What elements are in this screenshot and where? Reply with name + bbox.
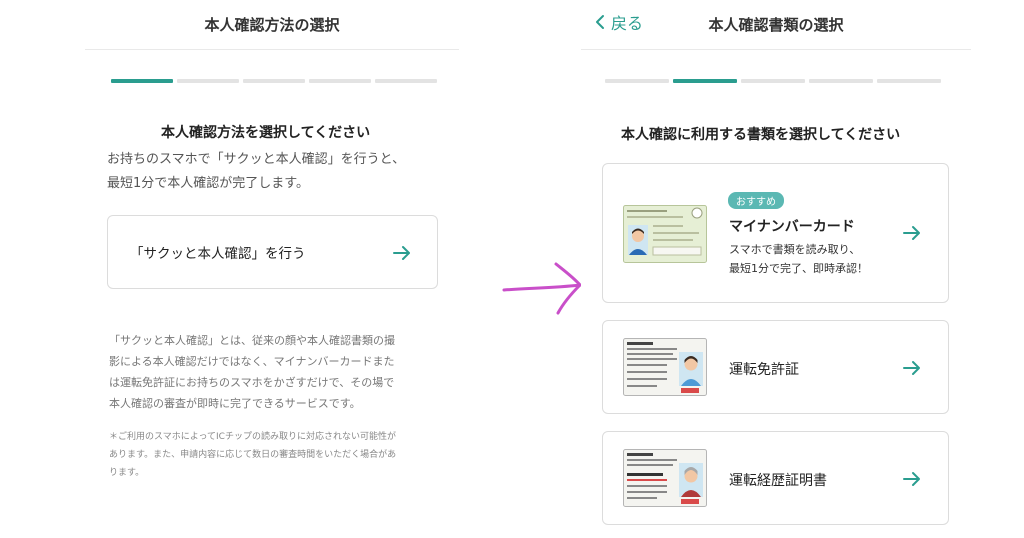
arrow-right-icon bbox=[903, 472, 920, 486]
document-option-driving-history[interactable]: 運転経歴証明書 bbox=[602, 431, 949, 525]
page-title: 本人確認方法の選択 bbox=[204, 16, 340, 34]
step-progress bbox=[111, 79, 437, 83]
progress-step-4 bbox=[309, 79, 371, 83]
right-header: 戻る 本人確認書類の選択 bbox=[581, 0, 971, 50]
section-title: 本人確認に利用する書類を選択してください bbox=[621, 127, 901, 143]
transition-arrow-icon bbox=[502, 262, 582, 315]
section-title: 本人確認方法を選択してください bbox=[161, 125, 371, 141]
progress-step-2 bbox=[177, 79, 239, 83]
back-button[interactable]: 戻る bbox=[595, 10, 643, 34]
recommended-badge: おすすめ bbox=[728, 192, 784, 209]
chevron-left-icon bbox=[596, 15, 604, 29]
note-line-1: 「サクッと本人確認」とは、従来の顔や本人確認書類の撮 bbox=[109, 334, 395, 347]
note-line-3: は運転免許証にお持ちのスマホをかざすだけで、その場で bbox=[109, 376, 395, 389]
drivers-license-icon bbox=[623, 338, 707, 396]
note-line-4: 本人確認の審査が即時に完了できるサービスです。 bbox=[109, 397, 361, 410]
step-progress bbox=[605, 79, 941, 83]
footnote-line-1: ＊ご利用のスマホによってICチップの読み取りに対応されない可能性が bbox=[109, 432, 396, 442]
progress-step-1 bbox=[111, 79, 173, 83]
progress-step-3 bbox=[741, 79, 805, 83]
arrow-right-icon bbox=[903, 361, 920, 375]
document-label: 運転免許証 bbox=[729, 362, 799, 378]
progress-step-5 bbox=[877, 79, 941, 83]
left-header: 本人確認方法の選択 bbox=[85, 0, 459, 50]
arrow-right-icon bbox=[903, 226, 920, 240]
back-label: 戻る bbox=[611, 14, 644, 33]
progress-step-3 bbox=[243, 79, 305, 83]
option-label: 「サクッと本人確認」を行う bbox=[130, 246, 306, 262]
document-option-drivers-license[interactable]: 運転免許証 bbox=[602, 320, 949, 414]
progress-step-1 bbox=[605, 79, 669, 83]
arrow-right-icon bbox=[393, 246, 410, 260]
page-title: 本人確認書類の選択 bbox=[708, 16, 844, 34]
quick-verification-option[interactable]: 「サクッと本人確認」を行う bbox=[107, 215, 438, 289]
document-label: マイナンバーカード bbox=[729, 219, 855, 235]
method-selection-screen: 本人確認方法の選択 本人確認方法を選択してください お持ちのスマホで「サクッと本… bbox=[85, 0, 459, 538]
progress-step-4 bbox=[809, 79, 873, 83]
document-description-line-1: スマホで書類を読み取り、 bbox=[729, 243, 861, 256]
document-description-line-2: 最短1分で完了、即時承認！ bbox=[729, 262, 868, 275]
document-label: 運転経歴証明書 bbox=[729, 473, 827, 489]
description-line-2: 最短1分で本人確認が完了します。 bbox=[107, 176, 309, 191]
footnote-line-2: あります。また、申請内容に応じて数日の審査時間をいただく場合があ bbox=[109, 450, 397, 460]
progress-step-5 bbox=[375, 79, 437, 83]
document-option-mynumber[interactable]: おすすめ マイナンバーカード スマホで書類を読み取り、 最短1分で完了、即時承認… bbox=[602, 163, 949, 303]
progress-step-2 bbox=[673, 79, 737, 83]
description-line-1: お持ちのスマホで「サクッと本人確認」を行うと、 bbox=[107, 152, 406, 167]
footnote-line-3: ります。 bbox=[109, 468, 145, 478]
mynumber-card-icon bbox=[623, 205, 707, 263]
driving-history-certificate-icon bbox=[623, 449, 707, 507]
note-line-2: 影による本人確認だけではなく、マイナンバーカードまた bbox=[109, 355, 395, 368]
document-selection-screen: 戻る 本人確認書類の選択 本人確認に利用する書類を選択してください おすすめ マ… bbox=[581, 0, 971, 538]
